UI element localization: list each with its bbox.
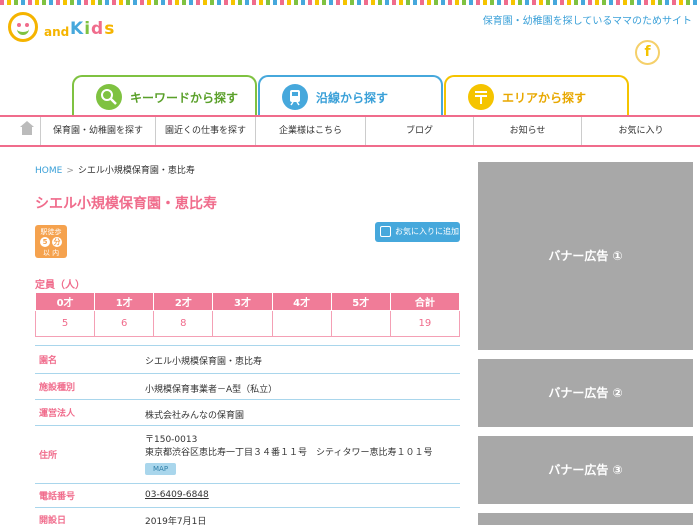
- capacity-header: 0才: [34, 292, 96, 311]
- walk-badge-unit: 分: [52, 237, 62, 247]
- capacity-header: 2才: [153, 292, 214, 311]
- info-value: 2019年7月1日: [145, 507, 460, 525]
- info-value-address: 〒150-0013 東京都渋谷区恵比寿一丁目３４番１１号 シティタワー恵比寿１０…: [145, 425, 460, 484]
- breadcrumb-separator: >: [66, 166, 74, 176]
- walk-badge-top: 駅徒歩: [40, 228, 62, 236]
- page-title: シエル小規模保育園・恵比寿: [35, 196, 217, 212]
- capacity-cell: [330, 310, 391, 337]
- info-row-address: 住所 〒150-0013 東京都渋谷区恵比寿一丁目３４番１１号 シティタワー恵比…: [35, 425, 460, 484]
- walk-badge-bottom: 以 内: [42, 249, 60, 257]
- thumbs-up-icon: [380, 226, 391, 237]
- capacity-cell: 8: [153, 310, 214, 337]
- tab-keyword-label: キーワードから探す: [130, 91, 239, 105]
- capacity-header: 3才: [212, 292, 273, 311]
- logo-letter: K: [70, 19, 85, 39]
- info-row-phone: 電話番号 03-6409-6848: [35, 483, 460, 508]
- breadcrumb-current: シエル小規模保育園・恵比寿: [77, 166, 195, 176]
- info-label: 電話番号: [35, 483, 145, 508]
- logo-mouth: [17, 27, 29, 35]
- info-value: シエル小規模保育園・恵比寿: [145, 345, 460, 374]
- site-tagline: 保育園・幼稚園を探しているママのためサイト: [482, 16, 692, 27]
- walk-time-badge: 駅徒歩 5分 以 内: [35, 225, 67, 258]
- capacity-header: 合計: [389, 292, 461, 311]
- global-nav: 保育園・幼稚園を探す 園近くの仕事を探す 企業様はこちら ブログ お知らせ お気…: [0, 115, 700, 147]
- smiley-logo-icon: [8, 12, 38, 42]
- map-button[interactable]: MAP: [145, 463, 177, 475]
- tab-line-label: 沿線から探す: [316, 91, 389, 105]
- capacity-value-row: 5 6 8 19: [34, 310, 461, 337]
- postal-code: 〒150-0013: [145, 435, 198, 445]
- tab-keyword-search[interactable]: キーワードから探す: [72, 75, 257, 117]
- site-logo[interactable]: and Kids: [8, 12, 118, 46]
- logo-letter: i: [84, 19, 92, 39]
- capacity-cell: [212, 310, 273, 337]
- capacity-cell: 6: [94, 310, 155, 337]
- info-value: 小規模保育事業者－A型（私立）: [145, 373, 460, 400]
- search-icon: [96, 84, 122, 110]
- capacity-header-row: 0才 1才 2才 3才 4才 5才 合計: [34, 292, 461, 311]
- breadcrumb: HOME > シエル小規模保育園・恵比寿: [35, 163, 195, 176]
- info-label: 開設日: [35, 507, 145, 525]
- breadcrumb-home-link[interactable]: HOME: [35, 166, 62, 176]
- tab-area-label: エリアから探す: [502, 91, 587, 105]
- facebook-icon[interactable]: f: [635, 40, 660, 65]
- banner-ad-1[interactable]: バナー広告 ①: [478, 162, 693, 350]
- info-row-name: 園名 シエル小規模保育園・恵比寿: [35, 345, 460, 374]
- tab-line-search[interactable]: 沿線から探す: [258, 75, 443, 117]
- train-icon: [282, 84, 308, 110]
- info-value-phone: 03-6409-6848: [145, 483, 460, 508]
- add-favorite-button[interactable]: お気に入りに追加: [375, 222, 460, 242]
- info-label: 運営法人: [35, 399, 145, 426]
- logo-letter: s: [104, 19, 116, 39]
- capacity-cell: 5: [34, 310, 96, 337]
- nav-item-companies[interactable]: 企業様はこちら: [255, 117, 365, 145]
- info-value: 株式会社みんなの保育園: [145, 399, 460, 426]
- add-favorite-label: お気に入りに追加: [395, 227, 459, 236]
- capacity-cell: 19: [389, 310, 461, 337]
- logo-word-kids: Kids: [70, 19, 115, 39]
- info-row-opening: 開設日 2019年7月1日: [35, 507, 460, 525]
- nav-item-blog[interactable]: ブログ: [365, 117, 473, 145]
- capacity-table: 0才 1才 2才 3才 4才 5才 合計 5 6 8 19: [34, 292, 461, 337]
- info-row-operator: 運営法人 株式会社みんなの保育園: [35, 399, 460, 426]
- banner-ad-3[interactable]: バナー広告 ③: [478, 436, 693, 504]
- address-text: 東京都渋谷区恵比寿一丁目３４番１１号 シティタワー恵比寿１０１号: [145, 448, 433, 458]
- home-icon[interactable]: [0, 117, 40, 145]
- capacity-header: 4才: [271, 292, 332, 311]
- banner-ad-2[interactable]: バナー広告 ②: [478, 359, 693, 427]
- info-label: 住所: [35, 425, 145, 484]
- info-label: 園名: [35, 345, 145, 374]
- nav-item-find-nursery[interactable]: 保育園・幼稚園を探す: [40, 117, 155, 145]
- phone-link[interactable]: 03-6409-6848: [145, 490, 209, 500]
- decorative-stripe: [0, 0, 700, 5]
- logo-word-and: and: [44, 25, 70, 39]
- map-pin-icon: [468, 84, 494, 110]
- logo-letter: d: [91, 19, 105, 39]
- capacity-header: 1才: [94, 292, 155, 311]
- info-row-type: 施設種別 小規模保育事業者－A型（私立）: [35, 373, 460, 400]
- banner-ad-partial[interactable]: [478, 513, 693, 525]
- tab-area-search[interactable]: エリアから探す: [444, 75, 629, 117]
- nav-item-favorites[interactable]: お気に入り: [581, 117, 700, 145]
- home-icon-body: [22, 127, 32, 135]
- nav-item-find-jobs[interactable]: 園近くの仕事を探す: [155, 117, 255, 145]
- nav-item-news[interactable]: お知らせ: [473, 117, 581, 145]
- capacity-cell: [271, 310, 332, 337]
- capacity-label: 定員（人）: [35, 280, 85, 291]
- capacity-header: 5才: [330, 292, 391, 311]
- walk-badge-digit: 5: [40, 237, 50, 247]
- info-label: 施設種別: [35, 373, 145, 400]
- facility-info-table: 園名 シエル小規模保育園・恵比寿 施設種別 小規模保育事業者－A型（私立） 運営…: [35, 345, 460, 525]
